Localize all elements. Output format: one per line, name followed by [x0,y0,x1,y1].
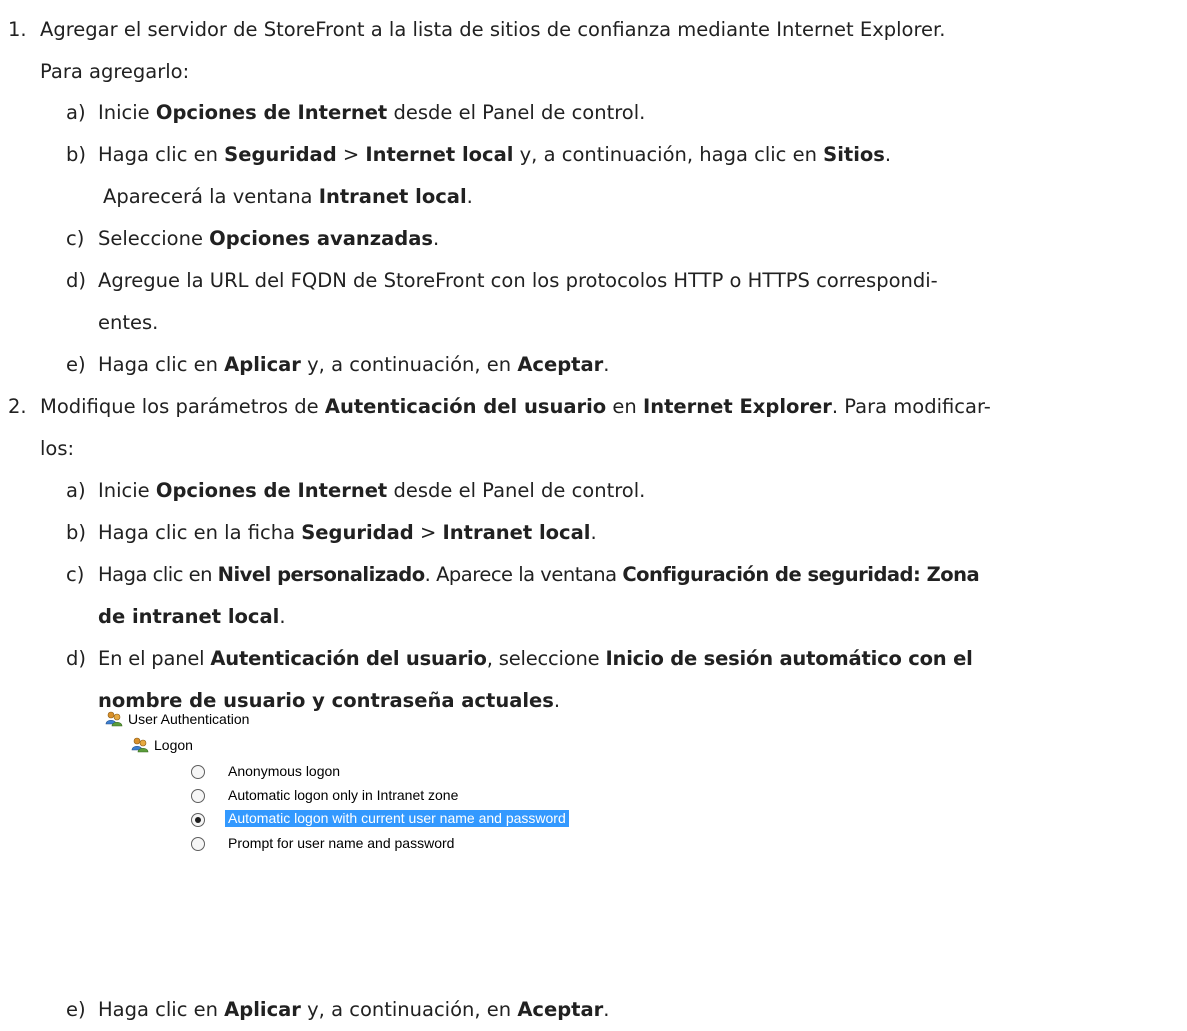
step-1a-text: Inicie Opciones de Internet desde el Pan… [98,101,646,124]
group-label: User Authentication [128,711,250,727]
step-2c-text-cont: de intranet local. [98,605,286,628]
users-icon [131,737,149,753]
subgroup-label: Logon [154,737,193,753]
step-2b-text: Haga clic en la ficha Seguridad > Intran… [98,521,597,544]
step-2-text-cont: los: [40,437,75,460]
step-2e-text: Haga clic en Aplicar y, a continuación, … [98,998,610,1021]
step-1-text: Agregar el servidor de StoreFront a la l… [40,18,946,41]
step-1d-text: Agregue la URL del FQDN de StoreFront co… [98,269,938,292]
step-2e-letter: e) [66,998,86,1021]
step-2d-text: En el panel Autenticación del usuario, s… [98,647,973,670]
step-2d-letter: d) [66,647,86,670]
radio-prompt-credentials[interactable] [191,837,205,851]
step-2b-letter: b) [66,521,86,544]
option-label[interactable]: Anonymous logon [228,763,340,779]
step-1c-letter: c) [66,227,85,250]
step-1-number: 1. [8,18,27,41]
step-1d-text-cont: entes. [98,311,159,334]
step-1b-text-cont: Aparecerá la ventana Intranet local. [103,185,473,208]
step-1a-letter: a) [66,101,86,124]
option-label[interactable]: Prompt for user name and password [228,835,454,851]
step-2a-letter: a) [66,479,86,502]
step-1-text-cont: Para agregarlo: [40,60,190,83]
step-1d-letter: d) [66,269,86,292]
option-label-selected[interactable]: Automatic logon with current user name a… [225,810,569,827]
radio-automatic-logon-intranet[interactable] [191,789,205,803]
step-1c-text: Seleccione Opciones avanzadas. [98,227,440,250]
step-2a-text: Inicie Opciones de Internet desde el Pan… [98,479,646,502]
option-label[interactable]: Automatic logon only in Intranet zone [228,787,458,803]
step-2d-text-cont: nombre de usuario y contraseña actuales. [98,689,561,712]
step-1e-letter: e) [66,353,86,376]
step-2c-text: Haga clic en Nivel personalizado. Aparec… [98,563,980,586]
step-2-number: 2. [8,395,27,418]
radio-anonymous-logon[interactable] [191,765,205,779]
radio-automatic-logon-current-user[interactable] [191,813,205,827]
step-2-text: Modifique los parámetros de Autenticació… [40,395,991,418]
step-2c-letter: c) [66,563,85,586]
step-1b-text: Haga clic en Seguridad > Internet local … [98,143,892,166]
step-1e-text: Haga clic en Aplicar y, a continuación, … [98,353,610,376]
step-1b-letter: b) [66,143,86,166]
users-icon [105,711,123,727]
